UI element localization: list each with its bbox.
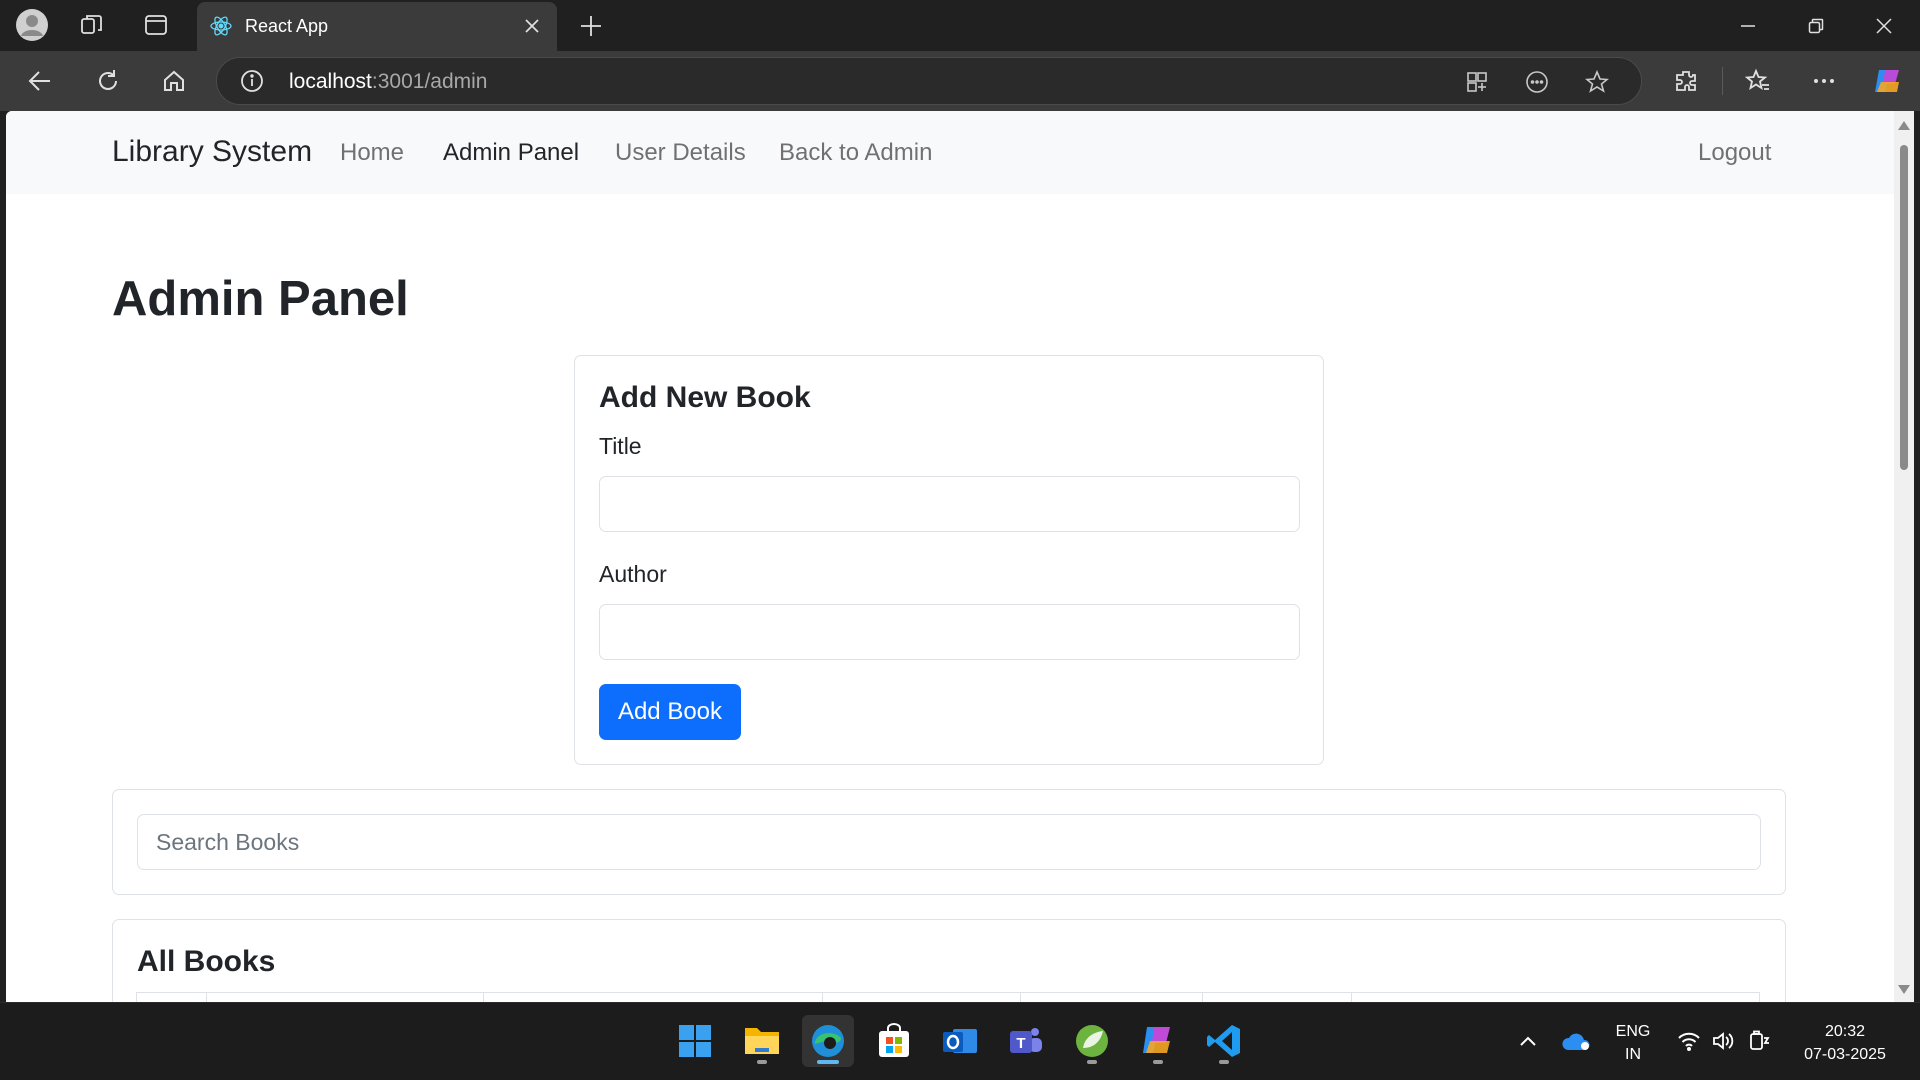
table-column-divider [136, 993, 137, 1002]
logout-link[interactable]: Logout [1698, 139, 1771, 167]
table-column-divider [1020, 993, 1021, 1002]
author-input[interactable] [599, 604, 1300, 660]
language-indicator[interactable]: ENG [1610, 1023, 1656, 1041]
nav-link-user-details[interactable]: User Details [615, 139, 746, 167]
wifi-icon[interactable] [1674, 1027, 1704, 1055]
reading-options-icon[interactable] [1523, 68, 1551, 96]
page-scrollbar[interactable] [1894, 111, 1914, 1002]
spring-tools-icon[interactable] [1066, 1015, 1118, 1067]
title-input[interactable] [599, 476, 1300, 532]
navbar-brand[interactable]: Library System [112, 135, 312, 169]
copilot-app-icon[interactable] [1132, 1015, 1184, 1067]
tab-title: React App [245, 16, 329, 36]
nav-link-admin-panel[interactable]: Admin Panel [443, 139, 579, 167]
app-navbar: Library System Home Admin Panel User Det… [6, 111, 1894, 194]
scroll-up-arrow-icon[interactable] [1898, 121, 1910, 130]
address-url[interactable]: localhost:3001/admin [289, 70, 487, 94]
battery-charging-icon[interactable] [1744, 1027, 1774, 1055]
minimize-icon[interactable] [1714, 0, 1782, 51]
table-column-divider [483, 993, 484, 1002]
add-book-card: Add New Book Title Author Add Book [574, 355, 1324, 765]
table-column-divider [1202, 993, 1203, 1002]
teams-icon[interactable]: T [1000, 1015, 1052, 1067]
start-windows-icon[interactable] [669, 1015, 721, 1067]
browser-toolbar: localhost:3001/admin [0, 51, 1920, 111]
clock-date[interactable]: 07-03-2025 [1780, 1046, 1910, 1064]
profile-avatar-icon[interactable] [14, 7, 50, 43]
back-icon[interactable] [22, 63, 58, 99]
author-label: Author [599, 561, 667, 587]
close-window-icon[interactable] [1850, 0, 1918, 51]
react-logo-icon [209, 14, 233, 38]
app-available-icon[interactable] [1463, 68, 1491, 96]
edge-browser-icon[interactable] [802, 1015, 854, 1067]
file-explorer-icon[interactable] [736, 1015, 788, 1067]
browser-tab-active[interactable]: React App [197, 2, 557, 51]
nav-link-back-to-admin[interactable]: Back to Admin [779, 139, 932, 167]
address-bar[interactable]: localhost:3001/admin [216, 57, 1642, 105]
extensions-icon[interactable] [1668, 63, 1704, 99]
nav-link-home[interactable]: Home [340, 139, 404, 167]
favorite-star-icon[interactable] [1583, 68, 1611, 96]
scroll-thumb[interactable] [1900, 145, 1908, 470]
tab-actions-icon[interactable] [140, 9, 172, 41]
add-book-heading: Add New Book [599, 381, 811, 414]
copilot-icon[interactable] [1868, 61, 1908, 101]
page-viewport: Library System Home Admin Panel User Det… [6, 111, 1894, 1002]
toolbar-divider [1722, 67, 1723, 95]
running-indicator [1153, 1060, 1163, 1064]
site-info-icon[interactable] [239, 68, 265, 94]
vscode-icon[interactable] [1198, 1015, 1250, 1067]
table-column-divider [822, 993, 823, 1002]
scroll-down-arrow-icon[interactable] [1898, 985, 1910, 994]
windows-taskbar: T ENG IN 20:32 07-03-2025 [0, 1002, 1920, 1080]
refresh-icon[interactable] [90, 63, 126, 99]
microsoft-store-icon[interactable] [868, 1015, 920, 1067]
clock-time[interactable]: 20:32 [1780, 1023, 1910, 1041]
favorites-icon[interactable] [1740, 63, 1776, 99]
add-book-button[interactable]: Add Book [599, 684, 741, 740]
running-indicator [1087, 1060, 1097, 1064]
workspaces-icon[interactable] [76, 9, 108, 41]
close-tab-icon[interactable] [519, 13, 545, 39]
running-indicator [757, 1060, 767, 1064]
restore-icon[interactable] [1782, 0, 1850, 51]
outlook-icon[interactable] [934, 1015, 986, 1067]
search-card [112, 789, 1786, 895]
table-column-divider [1759, 993, 1760, 1002]
svg-text:T: T [1016, 1035, 1025, 1052]
running-indicator [1219, 1060, 1229, 1064]
window-frame [1914, 111, 1920, 1002]
onedrive-icon[interactable] [1558, 1025, 1594, 1057]
home-icon[interactable] [156, 63, 192, 99]
all-books-card: All Books [112, 919, 1786, 1002]
browser-tab-bar: React App [0, 0, 1920, 51]
running-indicator [817, 1060, 839, 1064]
books-table [136, 992, 1760, 1002]
search-books-input[interactable] [137, 814, 1761, 870]
table-column-divider [1351, 993, 1352, 1002]
region-indicator[interactable]: IN [1610, 1046, 1656, 1064]
table-column-divider [206, 993, 207, 1002]
more-options-icon[interactable] [1806, 63, 1842, 99]
title-label: Title [599, 433, 642, 459]
all-books-heading: All Books [137, 945, 276, 978]
page-title: Admin Panel [112, 272, 409, 326]
chevron-up-icon[interactable] [1514, 1027, 1542, 1055]
new-tab-icon[interactable] [575, 10, 607, 42]
volume-icon[interactable] [1708, 1027, 1738, 1055]
